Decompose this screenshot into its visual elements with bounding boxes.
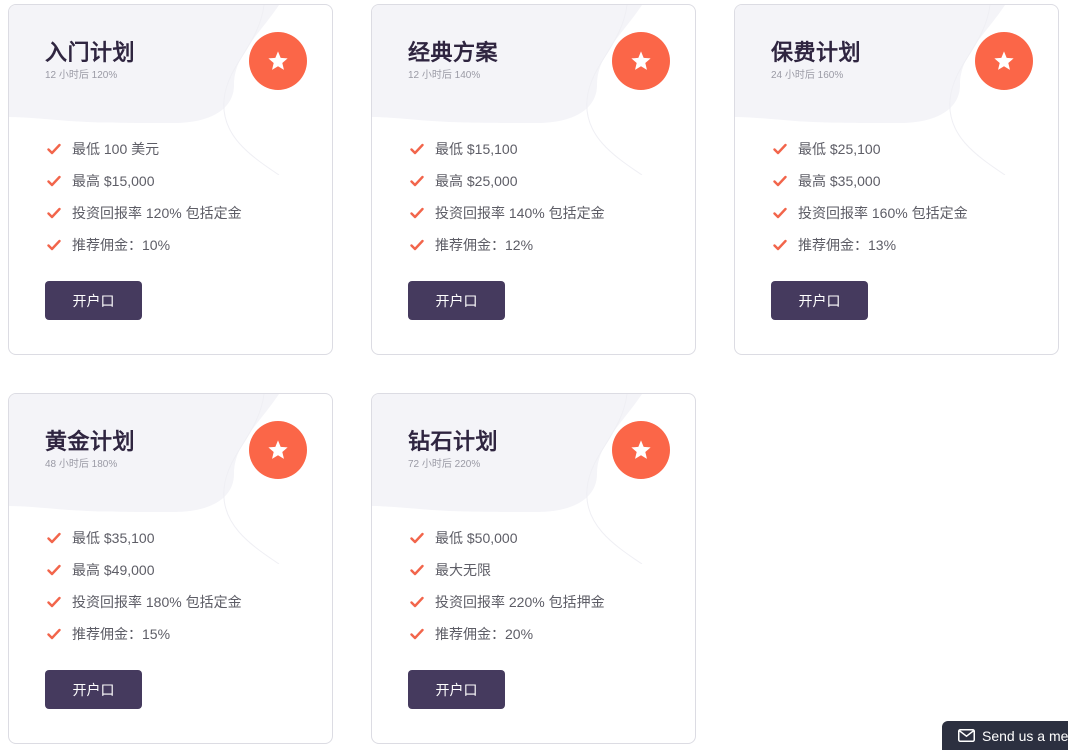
plan-title: 黄金计划	[45, 429, 136, 454]
plan-subtitle: 72 小时后 220%	[408, 459, 481, 470]
check-icon	[773, 175, 787, 187]
feature-item: 最高 $25,000	[410, 165, 605, 197]
check-icon	[47, 207, 61, 219]
feature-item: 最大无限	[410, 554, 605, 586]
feature-text: 投资回报率 220% 包括押金	[435, 594, 605, 610]
check-icon	[410, 207, 424, 219]
feature-list: 最低 100 美元 最高 $15,000 投资回报率 120% 包括定金 推荐佣…	[47, 133, 242, 261]
feature-text: 推荐佣金：13%	[798, 237, 897, 253]
chat-widget-button[interactable]: Send us a mes	[942, 721, 1068, 750]
feature-list: 最低 $15,100 最高 $25,000 投资回报率 140% 包括定金 推荐…	[410, 133, 605, 261]
plan-card: 黄金计划 48 小时后 180% 最低 $35,100 最高 $49,000 投…	[8, 393, 333, 744]
open-account-button[interactable]: 开户口	[408, 281, 505, 320]
plan-card: 保费计划 24 小时后 160% 最低 $25,100 最高 $35,000 投…	[734, 4, 1059, 355]
plan-title: 钻石计划	[408, 429, 499, 454]
open-account-button[interactable]: 开户口	[408, 670, 505, 709]
check-icon	[410, 596, 424, 608]
check-icon	[773, 207, 787, 219]
plan-title: 经典方案	[408, 40, 499, 65]
plan-card: 钻石计划 72 小时后 220% 最低 $50,000 最大无限 投资回报率 2…	[371, 393, 696, 744]
feature-text: 投资回报率 180% 包括定金	[72, 594, 242, 610]
plan-badge	[975, 32, 1033, 90]
feature-item: 投资回报率 120% 包括定金	[47, 197, 242, 229]
feature-item: 投资回报率 220% 包括押金	[410, 586, 605, 618]
check-icon	[47, 143, 61, 155]
feature-item: 最高 $35,000	[773, 165, 968, 197]
plan-subtitle: 24 小时后 160%	[771, 70, 844, 81]
feature-item: 最高 $49,000	[47, 554, 242, 586]
feature-list: 最低 $50,000 最大无限 投资回报率 220% 包括押金 推荐佣金：20%	[410, 522, 605, 650]
plan-title: 入门计划	[45, 40, 136, 65]
feature-text: 推荐佣金：20%	[435, 626, 534, 642]
feature-text: 最低 100 美元	[72, 141, 160, 157]
plan-badge	[249, 32, 307, 90]
check-icon	[410, 239, 424, 251]
feature-text: 投资回报率 140% 包括定金	[435, 205, 605, 221]
plan-card: 入门计划 12 小时后 120% 最低 100 美元 最高 $15,000 投资…	[8, 4, 333, 355]
check-icon	[410, 532, 424, 544]
feature-list: 最低 $25,100 最高 $35,000 投资回报率 160% 包括定金 推荐…	[773, 133, 968, 261]
feature-text: 最低 $25,100	[798, 141, 881, 157]
check-icon	[410, 143, 424, 155]
check-icon	[410, 175, 424, 187]
feature-item: 最低 $15,100	[410, 133, 605, 165]
plan-subtitle: 48 小时后 180%	[45, 459, 118, 470]
check-icon	[47, 596, 61, 608]
plan-badge	[612, 421, 670, 479]
plan-badge	[249, 421, 307, 479]
feature-item: 推荐佣金：12%	[410, 229, 605, 261]
feature-item: 推荐佣金：20%	[410, 618, 605, 650]
feature-text: 最高 $15,000	[72, 173, 155, 189]
feature-text: 最高 $25,000	[435, 173, 518, 189]
feature-text: 推荐佣金：15%	[72, 626, 171, 642]
feature-item: 投资回报率 160% 包括定金	[773, 197, 968, 229]
open-account-button[interactable]: 开户口	[45, 670, 142, 709]
check-icon	[410, 628, 424, 640]
feature-text: 投资回报率 160% 包括定金	[798, 205, 968, 221]
check-icon	[773, 239, 787, 251]
plan-card: 经典方案 12 小时后 140% 最低 $15,100 最高 $25,000 投…	[371, 4, 696, 355]
check-icon	[47, 239, 61, 251]
feature-item: 最低 $50,000	[410, 522, 605, 554]
check-icon	[47, 628, 61, 640]
plan-subtitle: 12 小时后 140%	[408, 70, 481, 81]
feature-text: 最高 $49,000	[72, 562, 155, 578]
feature-text: 最大无限	[435, 562, 491, 578]
feature-text: 最高 $35,000	[798, 173, 881, 189]
plan-title: 保费计划	[771, 40, 862, 65]
feature-text: 最低 $35,100	[72, 530, 155, 546]
plan-subtitle: 12 小时后 120%	[45, 70, 118, 81]
chat-label: Send us a mes	[982, 727, 1068, 744]
feature-item: 推荐佣金：13%	[773, 229, 968, 261]
feature-item: 推荐佣金：10%	[47, 229, 242, 261]
feature-item: 推荐佣金：15%	[47, 618, 242, 650]
feature-item: 投资回报率 180% 包括定金	[47, 586, 242, 618]
feature-list: 最低 $35,100 最高 $49,000 投资回报率 180% 包括定金 推荐…	[47, 522, 242, 650]
open-account-button[interactable]: 开户口	[45, 281, 142, 320]
star-icon	[631, 51, 651, 70]
star-icon	[631, 440, 651, 459]
check-icon	[47, 564, 61, 576]
envelope-icon	[958, 729, 975, 742]
check-icon	[47, 532, 61, 544]
check-icon	[773, 143, 787, 155]
feature-item: 最高 $15,000	[47, 165, 242, 197]
feature-text: 最低 $50,000	[435, 530, 518, 546]
open-account-button[interactable]: 开户口	[771, 281, 868, 320]
check-icon	[47, 175, 61, 187]
feature-item: 最低 $25,100	[773, 133, 968, 165]
feature-item: 最低 $35,100	[47, 522, 242, 554]
feature-item: 投资回报率 140% 包括定金	[410, 197, 605, 229]
feature-text: 推荐佣金：10%	[72, 237, 171, 253]
star-icon	[268, 51, 288, 70]
check-icon	[410, 564, 424, 576]
star-icon	[268, 440, 288, 459]
plan-badge	[612, 32, 670, 90]
feature-text: 推荐佣金：12%	[435, 237, 534, 253]
feature-text: 投资回报率 120% 包括定金	[72, 205, 242, 221]
star-icon	[994, 51, 1014, 70]
feature-text: 最低 $15,100	[435, 141, 518, 157]
feature-item: 最低 100 美元	[47, 133, 242, 165]
